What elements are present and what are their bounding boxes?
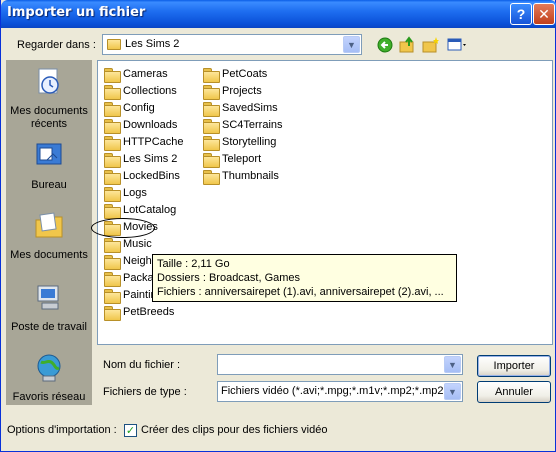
places-label: Favoris réseau xyxy=(12,391,86,403)
desktop-icon xyxy=(36,143,62,165)
places-label: Poste de travail xyxy=(11,321,87,333)
lookin-label: Regarder dans : xyxy=(17,39,96,51)
list-item[interactable]: HTTPCache xyxy=(104,134,184,151)
folder-icon xyxy=(104,101,121,117)
folder-icon xyxy=(104,118,121,134)
list-item[interactable]: PetCoats xyxy=(203,66,267,83)
folder-icon xyxy=(104,305,121,321)
list-item[interactable]: Collections xyxy=(104,83,177,100)
filetype-select[interactable]: Fichiers vidéo (*.avi;*.mpg;*.m1v;*.mp2;… xyxy=(217,381,463,402)
folder-icon xyxy=(203,84,220,100)
list-item[interactable]: SavedSims xyxy=(203,100,278,117)
folder-icon xyxy=(104,67,121,83)
tooltip-size: Taille : 2,11 Go xyxy=(157,258,230,270)
folder-icon xyxy=(104,135,121,151)
places-label: Mes documents xyxy=(10,249,88,261)
list-item[interactable]: Neighb xyxy=(104,253,158,270)
folder-icon xyxy=(104,271,121,287)
chevron-down-icon[interactable]: ▼ xyxy=(444,383,461,400)
filetype-label: Fichiers de type : xyxy=(103,386,187,398)
import-options-label: Options d'importation : xyxy=(7,424,117,436)
lookin-value: Les Sims 2 xyxy=(125,38,180,50)
close-button[interactable]: ✕ xyxy=(533,3,555,25)
list-item[interactable]: Downloads xyxy=(104,117,177,134)
list-item[interactable]: Config xyxy=(104,100,155,117)
filename-label: Nom du fichier : xyxy=(103,359,181,371)
folder-icon xyxy=(104,288,121,304)
places-label: récents xyxy=(30,118,68,130)
new-folder-icon[interactable] xyxy=(422,36,440,54)
folder-icon xyxy=(203,169,220,185)
my-computer-icon xyxy=(37,285,59,310)
list-item[interactable]: Storytelling xyxy=(203,134,276,151)
places-label: Bureau xyxy=(31,179,67,191)
list-item[interactable]: Thumbnails xyxy=(203,168,279,185)
highlight-circle-annotation xyxy=(91,218,155,238)
filename-combo[interactable]: ▼ xyxy=(217,354,463,375)
list-item[interactable]: Logs xyxy=(104,185,147,202)
title-bar: Importer un fichier ? ✕ xyxy=(1,0,556,28)
help-button[interactable]: ? xyxy=(510,3,532,25)
my-documents-icon xyxy=(35,212,63,238)
places-label: Mes documents xyxy=(10,105,88,117)
places-recent-documents[interactable]: Mes documents récents xyxy=(6,66,92,131)
import-button[interactable]: Importer xyxy=(477,355,551,377)
file-list[interactable]: Cameras Collections Config Downloads HTT… xyxy=(97,60,553,345)
folder-icon xyxy=(104,203,121,219)
folder-icon xyxy=(104,152,121,168)
places-my-documents[interactable]: Mes documents xyxy=(6,210,92,262)
folder-icon xyxy=(104,169,121,185)
network-icon xyxy=(37,354,61,382)
up-folder-icon[interactable] xyxy=(399,36,417,54)
folder-icon xyxy=(203,135,220,151)
create-clips-checkbox[interactable]: ✓ xyxy=(124,424,137,437)
chevron-down-icon[interactable]: ▼ xyxy=(444,356,461,373)
folder-icon xyxy=(203,101,220,117)
list-item[interactable]: Music xyxy=(104,236,152,253)
list-item[interactable]: Cameras xyxy=(104,66,168,83)
places-network[interactable]: Favoris réseau xyxy=(6,352,92,404)
list-item[interactable]: Les Sims 2 xyxy=(104,151,177,168)
list-item[interactable]: PetBreeds xyxy=(104,304,174,321)
folder-icon xyxy=(107,39,121,50)
list-item[interactable]: Projects xyxy=(203,83,262,100)
folder-icon xyxy=(104,84,121,100)
tooltip-files: Fichiers : anniversairepet (1).avi, anni… xyxy=(157,286,444,298)
view-menu-icon[interactable] xyxy=(447,36,469,54)
folder-icon xyxy=(203,152,220,168)
tooltip-folders: Dossiers : Broadcast, Games xyxy=(157,272,301,284)
list-item[interactable]: Paintin xyxy=(104,287,157,304)
filetype-value: Fichiers vidéo (*.avi;*.mpg;*.m1v;*.mp2;… xyxy=(221,385,443,397)
folder-info-tooltip: Taille : 2,11 Go Dossiers : Broadcast, G… xyxy=(152,254,457,302)
import-file-dialog: Importer un fichier ? ✕ Regarder dans : … xyxy=(0,0,556,452)
list-item[interactable]: LotCatalog xyxy=(104,202,176,219)
places-my-computer[interactable]: Poste de travail xyxy=(6,282,92,334)
list-item[interactable]: LockedBins xyxy=(104,168,180,185)
folder-icon xyxy=(104,186,121,202)
folder-icon xyxy=(203,67,220,83)
create-clips-label: Créer des clips pour des fichiers vidéo xyxy=(141,424,328,436)
places-desktop[interactable]: Bureau xyxy=(6,140,92,192)
list-item[interactable]: Teleport xyxy=(203,151,261,168)
folder-icon xyxy=(104,237,121,253)
folder-icon xyxy=(104,254,121,270)
chevron-down-icon[interactable]: ▼ xyxy=(343,36,360,53)
cancel-button[interactable]: Annuler xyxy=(477,381,551,403)
folder-icon xyxy=(203,118,220,134)
list-item[interactable]: SC4Terrains xyxy=(203,117,283,134)
window-title: Importer un fichier xyxy=(7,5,146,20)
lookin-combo[interactable]: Les Sims 2 ▼ xyxy=(102,34,362,55)
back-icon[interactable] xyxy=(376,36,394,54)
places-bar: Mes documents récents Bureau Mes documen… xyxy=(6,60,92,405)
recent-documents-icon xyxy=(38,68,59,94)
